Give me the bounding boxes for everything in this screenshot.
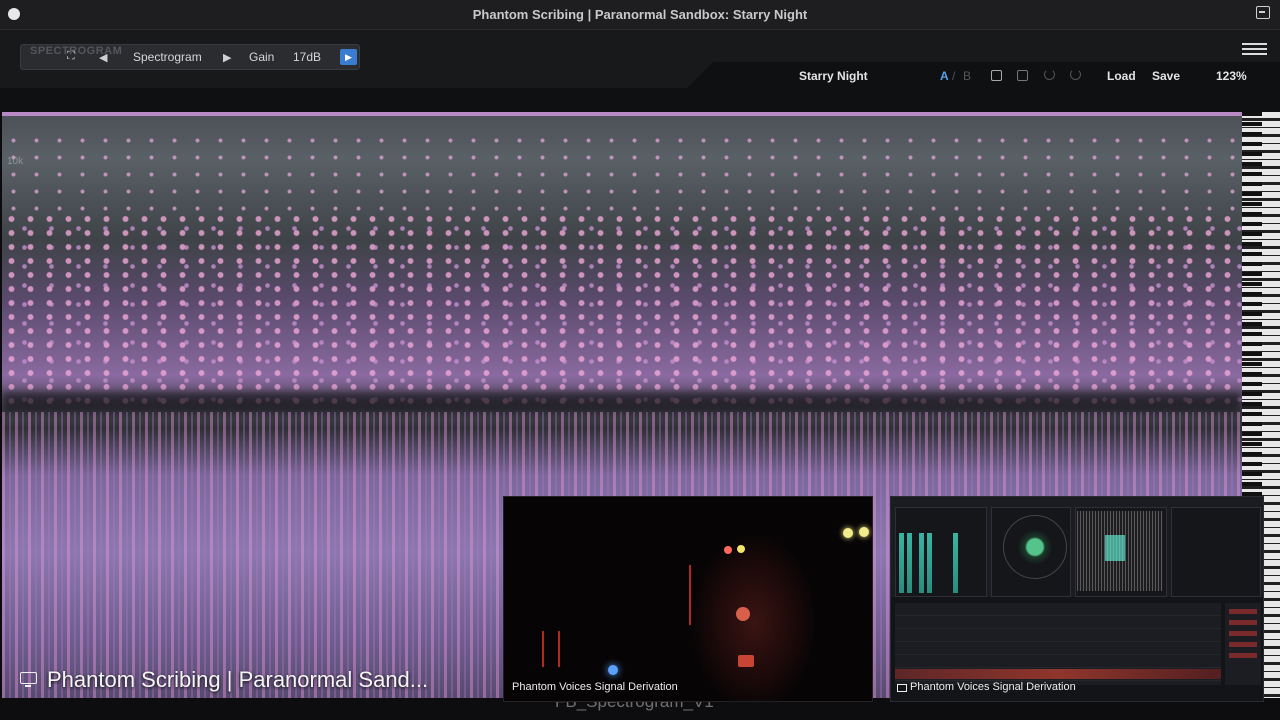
camera-red-glow bbox=[694, 537, 814, 701]
history-graph bbox=[895, 603, 1221, 685]
meter-tile[interactable]: Phantom Voices Signal Derivation bbox=[890, 496, 1264, 702]
camera-tile[interactable]: Phantom Voices Signal Derivation bbox=[503, 496, 873, 702]
camera-red-bar bbox=[558, 631, 560, 667]
camera-red-bar bbox=[542, 631, 544, 667]
meter-side-controls bbox=[1225, 603, 1261, 685]
level-bar bbox=[899, 533, 904, 593]
camera-red-bar bbox=[689, 565, 691, 625]
toolbar-lower-band bbox=[0, 88, 1280, 112]
spectrogram-high-band bbox=[2, 132, 1242, 222]
hamburger-menu-icon[interactable] bbox=[1242, 43, 1267, 55]
camera-red-device bbox=[738, 655, 754, 667]
camera-caption: Phantom Voices Signal Derivation bbox=[512, 681, 678, 693]
level-bar bbox=[953, 533, 958, 593]
camera-red-light bbox=[724, 546, 732, 554]
screen-share-icon bbox=[20, 672, 37, 687]
gain-value[interactable]: 17dB bbox=[293, 50, 321, 64]
ab-a-button[interactable]: A bbox=[940, 69, 949, 83]
spectrogram-dark-band bbox=[2, 392, 1242, 414]
plugin-logo: SPECTROGRAM bbox=[30, 45, 123, 57]
preset-name[interactable]: Starry Night bbox=[799, 69, 868, 83]
camera-yellow-light bbox=[859, 527, 869, 537]
undo-icon[interactable] bbox=[1044, 69, 1055, 80]
fit-view-icon[interactable]: ⛶ bbox=[67, 50, 75, 63]
spectrum-highlight bbox=[1105, 535, 1125, 561]
level-bar bbox=[927, 533, 932, 593]
screen-share-icon bbox=[897, 684, 907, 692]
main-stream-caption: Phantom Scribing | Paranormal Sand... bbox=[47, 667, 429, 692]
window-titlebar: Phantom Scribing | Paranormal Sandbox: S… bbox=[0, 0, 1280, 30]
camera-yellow-light bbox=[843, 528, 853, 538]
copy-icon[interactable] bbox=[991, 70, 1002, 81]
previous-view-icon[interactable]: ◀ bbox=[99, 51, 107, 64]
level-bar bbox=[919, 533, 924, 593]
restore-window-icon[interactable] bbox=[1256, 6, 1270, 19]
camera-orange-light bbox=[736, 607, 750, 621]
zoom-level[interactable]: 123% bbox=[1216, 69, 1247, 83]
freq-label-10k: 10k bbox=[7, 156, 24, 167]
camera-blue-light bbox=[608, 665, 618, 675]
paste-icon[interactable] bbox=[1017, 70, 1028, 81]
spectrogram-mid-band bbox=[2, 212, 1242, 412]
gain-label: Gain bbox=[249, 50, 275, 64]
load-button[interactable]: Load bbox=[1107, 69, 1136, 83]
camera-yellow-light bbox=[737, 545, 745, 553]
radar-display bbox=[1003, 515, 1067, 579]
spectrogram-playhead-band bbox=[2, 112, 1242, 116]
redo-icon[interactable] bbox=[1070, 69, 1081, 80]
save-button[interactable]: Save bbox=[1152, 69, 1180, 83]
next-view-icon[interactable]: ▶ bbox=[223, 51, 231, 64]
ab-separator: / bbox=[952, 69, 956, 83]
vector-section bbox=[1171, 507, 1261, 597]
window-title: Phantom Scribing | Paranormal Sandbox: S… bbox=[472, 7, 808, 22]
meter-caption: Phantom Voices Signal Derivation bbox=[910, 681, 1076, 693]
view-mode-label[interactable]: Spectrogram bbox=[133, 50, 202, 64]
ab-b-button[interactable]: B bbox=[963, 69, 971, 83]
play-button[interactable]: ▶ bbox=[340, 49, 357, 65]
level-bar bbox=[907, 533, 912, 593]
